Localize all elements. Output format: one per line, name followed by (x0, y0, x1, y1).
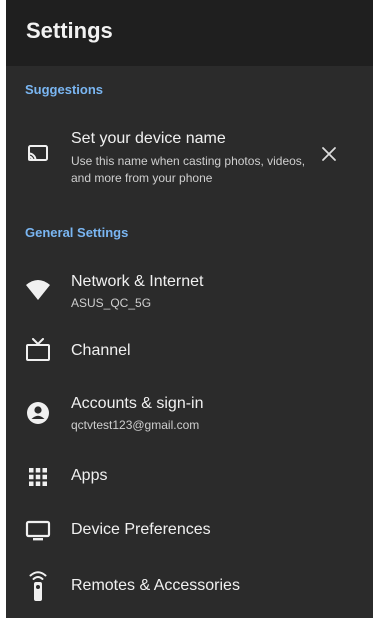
settings-item-network-internet[interactable]: Network & Internet ASUS_QC_5G (6, 266, 373, 316)
account-icon (24, 399, 52, 427)
cast-icon (24, 140, 52, 168)
settings-item-accounts[interactable]: Accounts & sign-in qctvtest123@gmail.com (6, 388, 373, 438)
settings-item-title: Remotes & Accessories (71, 577, 240, 594)
settings-item-apps[interactable]: Apps (6, 454, 373, 500)
header-bar: Settings (6, 0, 373, 66)
suggestion-title: Set your device name (71, 130, 226, 147)
close-icon (321, 146, 337, 167)
monitor-icon (24, 517, 52, 545)
settings-item-subtitle: qctvtest123@gmail.com (71, 418, 200, 432)
settings-screen: Settings Suggestions Set your device nam… (6, 0, 373, 618)
settings-item-remotes-accessories[interactable]: Remotes & Accessories (6, 564, 373, 610)
apps-grid-icon (24, 463, 52, 491)
section-label-suggestions: Suggestions (25, 82, 104, 97)
settings-item-title: Channel (71, 342, 131, 359)
suggestion-subtitle-line1: Use this name when casting photos, video… (71, 154, 306, 168)
dismiss-suggestion-button[interactable] (318, 145, 340, 167)
section-label-general-settings: General Settings (25, 225, 129, 240)
wifi-icon (24, 276, 52, 304)
tv-icon (24, 336, 52, 364)
settings-item-title: Network & Internet (71, 273, 204, 290)
settings-item-title: Device Preferences (71, 521, 211, 538)
settings-item-subtitle: ASUS_QC_5G (71, 296, 152, 310)
settings-item-title: Accounts & sign-in (71, 395, 204, 412)
settings-item-title: Apps (71, 467, 108, 484)
page-title: Settings (26, 18, 113, 43)
suggestion-subtitle-line2: and more from your phone (71, 171, 213, 185)
settings-item-device-preferences[interactable]: Device Preferences (6, 509, 373, 555)
remote-icon (24, 570, 52, 602)
settings-item-channel[interactable]: Channel (6, 328, 373, 374)
